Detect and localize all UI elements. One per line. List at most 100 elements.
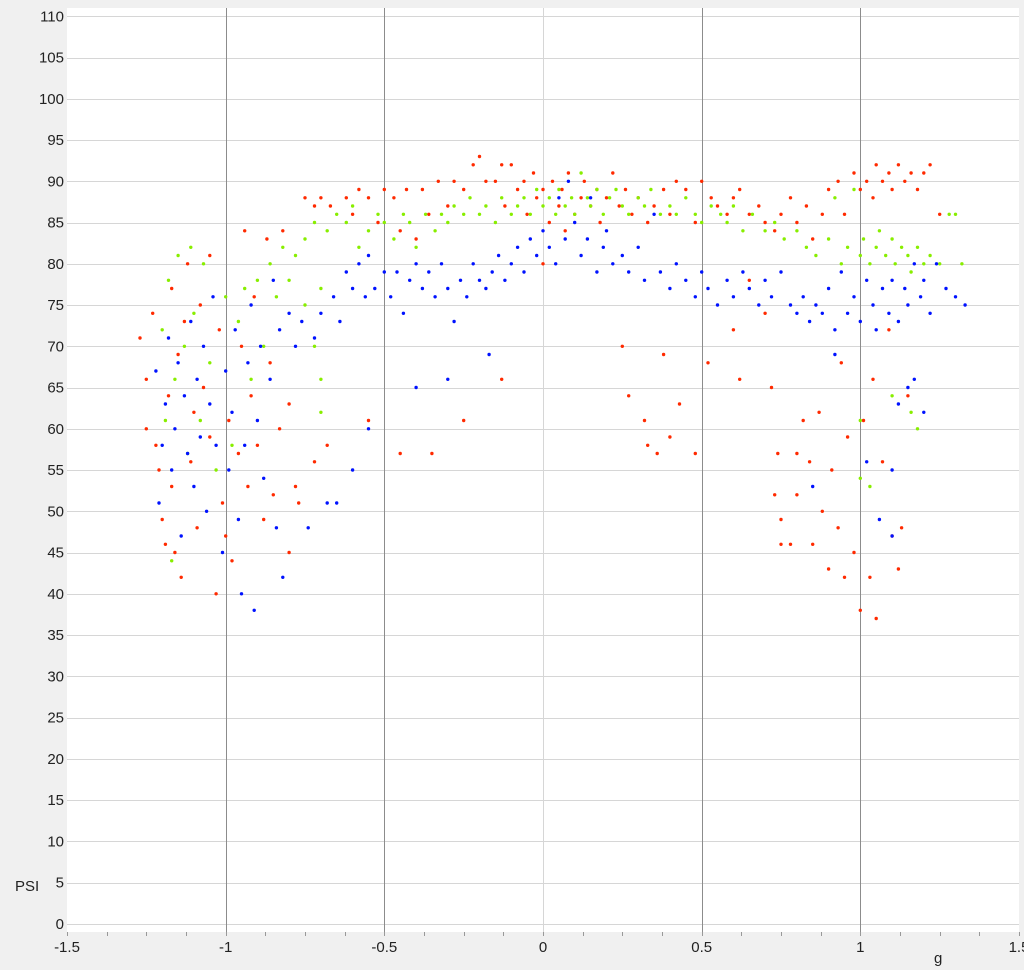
data-point xyxy=(176,361,180,365)
data-point xyxy=(858,608,862,612)
data-point xyxy=(408,220,412,225)
data-point xyxy=(807,319,812,324)
data-point xyxy=(401,311,406,315)
data-point xyxy=(830,468,834,472)
data-point xyxy=(836,179,840,183)
data-point xyxy=(839,262,843,266)
data-point xyxy=(833,328,837,332)
data-point xyxy=(795,451,799,456)
data-point xyxy=(661,352,666,357)
data-point xyxy=(763,311,767,315)
data-point xyxy=(674,179,678,183)
data-point xyxy=(414,385,418,390)
data-point xyxy=(185,451,190,456)
y-tick-label: 105 xyxy=(39,50,64,67)
data-point xyxy=(922,262,926,266)
data-point xyxy=(560,187,564,192)
data-point xyxy=(423,212,428,216)
data-point xyxy=(874,163,878,167)
data-point xyxy=(439,262,444,266)
data-point xyxy=(515,245,520,249)
data-point xyxy=(224,295,228,299)
data-point xyxy=(938,262,942,266)
data-point xyxy=(331,295,336,299)
y-tick-label: 35 xyxy=(47,627,64,644)
y-tick-label: 95 xyxy=(47,132,64,149)
data-point xyxy=(554,212,558,216)
data-point xyxy=(595,187,599,192)
data-point xyxy=(325,229,329,233)
data-point xyxy=(820,311,824,315)
data-point xyxy=(715,204,720,208)
data-point xyxy=(382,220,386,225)
data-point xyxy=(287,550,291,555)
data-point xyxy=(944,286,948,291)
x-tick-label: -1 xyxy=(219,939,232,956)
data-point xyxy=(157,468,161,472)
data-point xyxy=(811,484,815,489)
data-point xyxy=(144,377,148,381)
data-point xyxy=(817,410,821,414)
data-point xyxy=(627,394,631,398)
data-point xyxy=(833,352,837,357)
data-point xyxy=(563,204,567,208)
x-tick-label: 1 xyxy=(856,939,864,956)
y-tick-label: 25 xyxy=(47,710,64,727)
data-point xyxy=(462,418,466,423)
data-point xyxy=(845,435,850,439)
data-point xyxy=(471,163,475,167)
data-point xyxy=(541,187,545,192)
data-point xyxy=(252,295,256,299)
data-point xyxy=(668,212,672,216)
data-point xyxy=(350,468,355,472)
data-point xyxy=(170,468,174,472)
data-point xyxy=(414,237,418,241)
data-point xyxy=(427,270,431,274)
data-point xyxy=(274,295,279,299)
y-tick-label: 5 xyxy=(56,875,64,892)
data-point xyxy=(271,493,275,497)
data-point xyxy=(750,212,755,216)
data-point xyxy=(249,303,253,307)
data-point xyxy=(779,542,783,546)
data-point xyxy=(845,311,850,315)
data-point xyxy=(268,262,272,266)
data-point xyxy=(243,443,247,447)
data-point xyxy=(182,344,187,348)
data-point xyxy=(392,237,396,241)
data-point xyxy=(541,204,545,208)
data-point xyxy=(446,220,450,225)
data-point xyxy=(281,575,285,579)
data-point xyxy=(243,229,247,233)
data-point xyxy=(182,319,187,324)
data-point xyxy=(224,534,228,538)
data-point xyxy=(747,286,751,291)
data-point xyxy=(325,501,329,505)
data-point xyxy=(144,427,148,431)
data-point xyxy=(820,509,824,513)
data-point xyxy=(668,204,672,208)
data-point xyxy=(319,286,323,291)
data-point xyxy=(446,377,450,381)
data-point xyxy=(350,212,355,216)
data-point xyxy=(373,286,377,291)
data-point xyxy=(693,212,697,216)
data-point xyxy=(573,212,577,216)
data-point xyxy=(928,163,932,167)
data-point xyxy=(960,262,964,266)
data-point xyxy=(389,295,393,299)
data-point xyxy=(281,229,285,233)
data-point xyxy=(170,484,174,489)
data-point xyxy=(208,253,212,258)
data-point xyxy=(804,245,809,249)
data-point xyxy=(157,501,161,505)
data-point xyxy=(636,245,640,249)
data-point xyxy=(899,245,904,249)
data-point xyxy=(852,550,856,555)
data-point xyxy=(741,229,745,233)
data-point xyxy=(465,295,469,299)
y-tick-label: 15 xyxy=(47,792,64,809)
data-point xyxy=(404,187,409,192)
data-point xyxy=(874,245,878,249)
data-point xyxy=(344,220,348,225)
